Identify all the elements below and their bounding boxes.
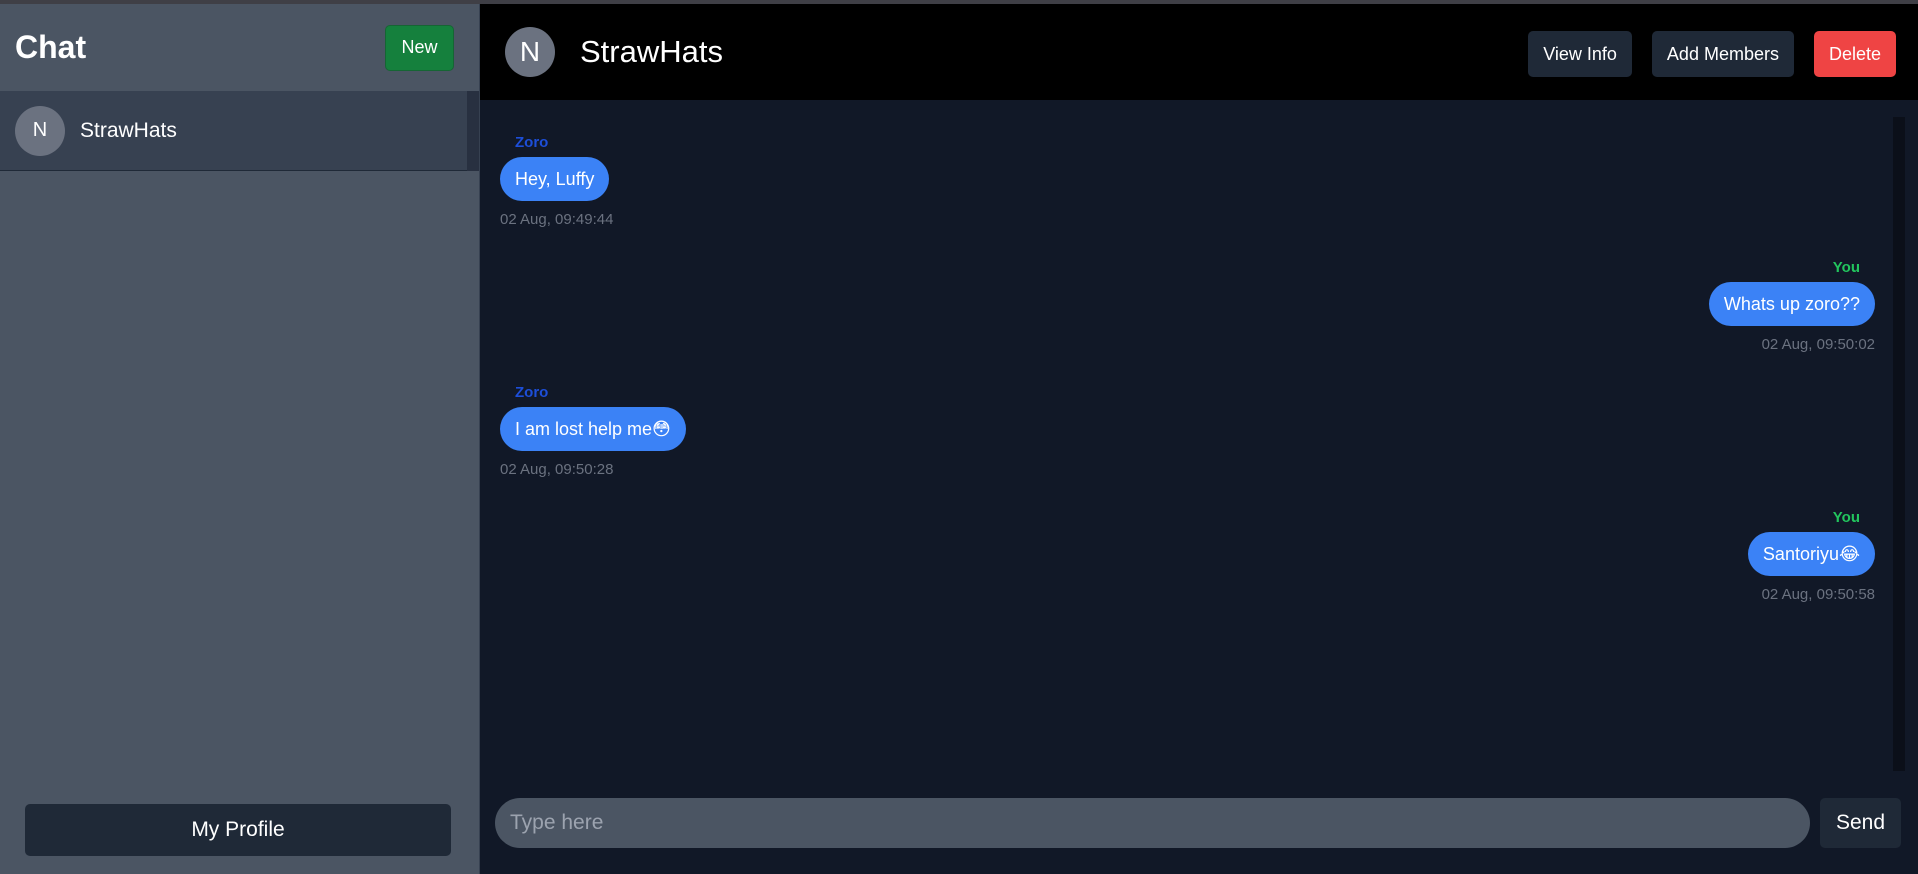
- sidebar: Chat New N StrawHats My Profile: [0, 4, 480, 874]
- message-sender: Zoro: [515, 134, 549, 151]
- messages-scrollbar[interactable]: [1893, 117, 1905, 771]
- group-name: StrawHats: [580, 34, 723, 69]
- message-item: You Santoriyu😂 02 Aug, 09:50:58: [1747, 509, 1875, 603]
- message-bubble: Whats up zoro??: [1708, 282, 1875, 326]
- message-sender: You: [1832, 259, 1860, 276]
- message-bubble: I am lost help me😳: [500, 407, 686, 451]
- chat-list-item-strawhats[interactable]: N StrawHats: [0, 91, 479, 171]
- chat-panel: N StrawHats View Info Add Members Delete…: [480, 4, 1918, 874]
- group-avatar: N: [505, 27, 555, 77]
- add-members-button[interactable]: Add Members: [1651, 31, 1794, 77]
- message-bubble: Hey, Luffy: [500, 157, 610, 201]
- sidebar-header: Chat New: [0, 4, 479, 91]
- chat-list-item-name: StrawHats: [80, 118, 177, 142]
- message-sender: Zoro: [515, 384, 549, 401]
- message-item: Zoro Hey, Luffy 02 Aug, 09:49:44: [500, 134, 613, 228]
- message-timestamp: 02 Aug, 09:50:58: [1761, 586, 1875, 603]
- chat-app: Chat New N StrawHats My Profile N StrawH…: [0, 4, 1918, 874]
- message-item: Zoro I am lost help me😳 02 Aug, 09:50:28: [500, 384, 686, 478]
- message-input[interactable]: [495, 798, 1810, 848]
- message-bubble: Santoriyu😂: [1747, 532, 1875, 576]
- send-button[interactable]: Send: [1820, 798, 1901, 848]
- message-timestamp: 02 Aug, 09:49:44: [500, 211, 614, 228]
- message-sender: You: [1832, 509, 1860, 526]
- new-chat-button[interactable]: New: [385, 24, 454, 71]
- message-timestamp: 02 Aug, 09:50:28: [500, 461, 614, 478]
- delete-chat-button[interactable]: Delete: [1813, 31, 1896, 77]
- sidebar-scrollbar[interactable]: [467, 91, 479, 171]
- message-composer: Send: [495, 798, 1913, 848]
- chat-list: N StrawHats: [0, 91, 479, 171]
- message-list: Zoro Hey, Luffy 02 Aug, 09:49:44 You Wha…: [480, 100, 1905, 770]
- avatar: N: [15, 105, 65, 156]
- sidebar-title: Chat: [15, 29, 87, 65]
- view-info-button[interactable]: View Info: [1528, 31, 1632, 77]
- message-timestamp: 02 Aug, 09:50:02: [1761, 336, 1875, 353]
- header-actions: View Info Add Members Delete: [1528, 31, 1896, 77]
- message-item: You Whats up zoro?? 02 Aug, 09:50:02: [1708, 259, 1875, 353]
- chat-header: N StrawHats View Info Add Members Delete: [480, 4, 1918, 100]
- my-profile-button[interactable]: My Profile: [25, 804, 451, 856]
